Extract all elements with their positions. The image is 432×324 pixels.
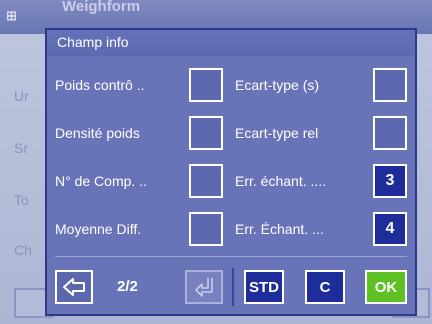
arrow-return-icon bbox=[195, 277, 213, 297]
field-checkbox[interactable] bbox=[189, 68, 223, 102]
field-label: Moyenne Diff. bbox=[55, 221, 142, 237]
field-value-box[interactable]: 3 bbox=[373, 164, 407, 198]
dialog-title: Champ info bbox=[57, 34, 129, 50]
next-page-button[interactable] bbox=[185, 270, 223, 304]
field-label: Ecart-type (s) bbox=[235, 77, 320, 93]
field-label: Err. échant. .... bbox=[235, 173, 327, 189]
clear-button[interactable]: C bbox=[305, 270, 345, 304]
footer-separator bbox=[232, 268, 234, 306]
page-indicator: 2/2 bbox=[117, 278, 138, 295]
field-checkbox[interactable] bbox=[189, 116, 223, 150]
field-value-box[interactable]: 4 bbox=[373, 212, 407, 246]
arrow-left-icon bbox=[63, 278, 85, 296]
field-densite-poids[interactable]: Densité poids bbox=[55, 116, 227, 152]
scale-icon: ⊞ bbox=[6, 8, 17, 23]
field-moyenne-diff[interactable]: Moyenne Diff. bbox=[55, 212, 227, 248]
field-checkbox[interactable] bbox=[189, 212, 223, 246]
field-checkbox[interactable] bbox=[373, 116, 407, 150]
field-label: Densité poids bbox=[55, 125, 140, 141]
field-label: Ecart-type rel bbox=[235, 125, 319, 141]
background-row-label: To bbox=[14, 192, 29, 208]
field-checkbox[interactable] bbox=[373, 68, 407, 102]
ok-button[interactable]: OK bbox=[365, 270, 407, 304]
dialog-footer: 2/2 STD C OK bbox=[47, 256, 415, 314]
champ-info-dialog: Champ info Poids contrô .. Densité poids… bbox=[45, 28, 417, 316]
dialog-header: Champ info bbox=[47, 30, 415, 56]
field-err-echant[interactable]: Err. échant. .... 3 bbox=[235, 164, 407, 200]
field-num-comp[interactable]: N° de Comp. .. bbox=[55, 164, 227, 200]
field-label: N° de Comp. .. bbox=[55, 173, 147, 189]
background-row-label: Ur bbox=[14, 88, 29, 104]
field-label: Err. Échant. ... bbox=[235, 221, 324, 237]
field-grid: Poids contrô .. Densité poids N° de Comp… bbox=[55, 60, 407, 250]
field-ecart-type[interactable]: Ecart-type (s) bbox=[235, 68, 407, 104]
background-row-label: Ch bbox=[14, 242, 32, 258]
std-button[interactable]: STD bbox=[244, 270, 284, 304]
field-checkbox[interactable] bbox=[189, 164, 223, 198]
background-title: Weighform bbox=[62, 0, 141, 15]
previous-page-button[interactable] bbox=[55, 270, 93, 304]
field-ecart-type-rel[interactable]: Ecart-type rel bbox=[235, 116, 407, 152]
field-label: Poids contrô .. bbox=[55, 77, 145, 93]
field-err-echant-2[interactable]: Err. Échant. ... 4 bbox=[235, 212, 407, 248]
background-row-label: Sr bbox=[14, 140, 28, 156]
field-poids-controle[interactable]: Poids contrô .. bbox=[55, 68, 227, 104]
footer-divider bbox=[55, 256, 407, 257]
